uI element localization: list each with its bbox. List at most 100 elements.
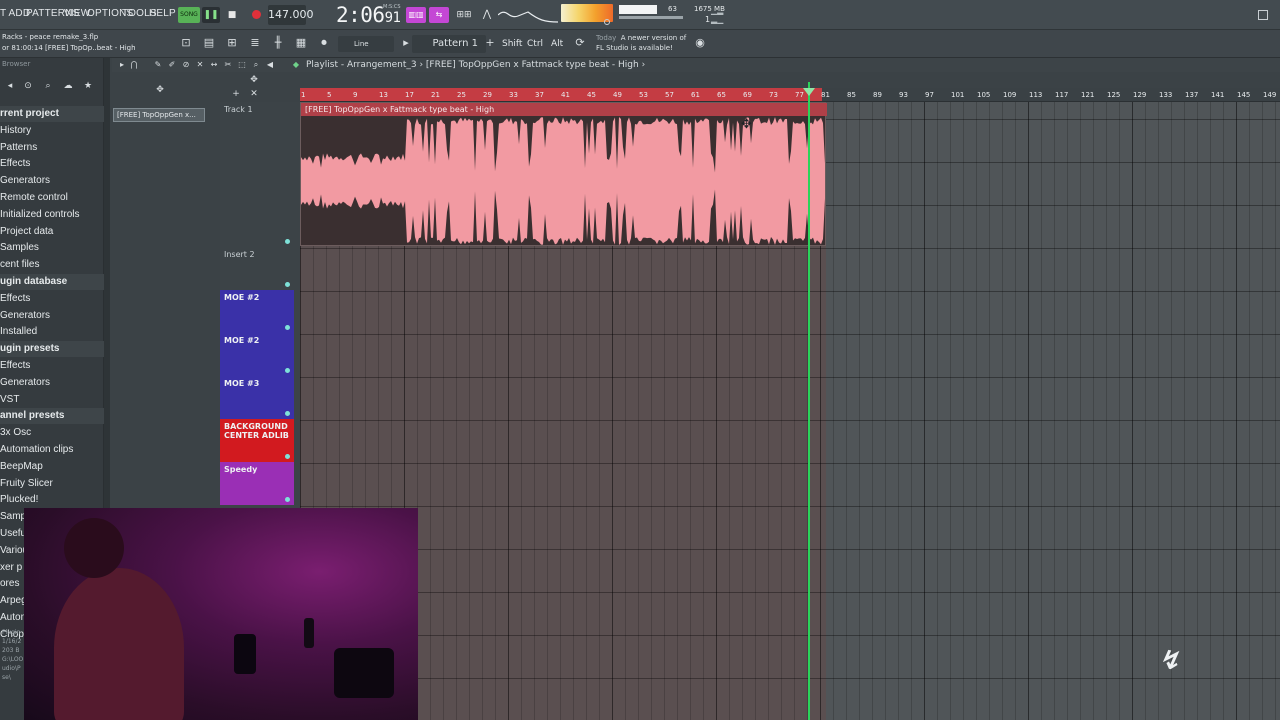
magnet-icon[interactable]: ⋂: [126, 57, 142, 73]
browser-item[interactable]: Project data: [0, 224, 104, 240]
online-news-icon[interactable]: ⟳: [572, 35, 588, 51]
browser-item[interactable]: VST: [0, 392, 104, 408]
ruler-tick-label: 61: [691, 91, 700, 99]
track-active-icon[interactable]: [285, 368, 290, 373]
audio-clip-title[interactable]: [FREE] TopOppGen x Fattmack type beat - …: [301, 103, 827, 116]
browser-search-icon[interactable]: ⌕: [40, 78, 56, 94]
ctrl-key-button[interactable]: Ctrl: [527, 36, 543, 52]
browser-section[interactable]: rrent project: [0, 106, 104, 122]
mixer-icon[interactable]: ╫: [270, 35, 286, 51]
track-active-icon[interactable]: [285, 282, 290, 287]
browser-star-icon[interactable]: ★: [80, 78, 96, 94]
browser-item[interactable]: Samples: [0, 240, 104, 256]
track-header-2[interactable]: Insert 2: [220, 247, 294, 290]
plugin-info-line: se\: [2, 674, 11, 681]
playlist-arrangement: Playlist - Arrangement_3: [306, 60, 417, 70]
track-header-3[interactable]: MOE #2: [220, 290, 294, 333]
browser-item[interactable]: Initialized controls: [0, 207, 104, 223]
step-sequencer-icon[interactable]: ▦: [293, 35, 309, 51]
track-header-7[interactable]: Speedy: [220, 462, 294, 505]
track-header-1[interactable]: Track 1: [220, 102, 294, 247]
browser-item[interactable]: Fruity Slicer: [0, 476, 104, 492]
news-panel[interactable]: Today A newer version of FL Studio is av…: [596, 33, 686, 53]
pattern-song-icon[interactable]: ▥▥: [406, 7, 426, 23]
browser-item[interactable]: Effects: [0, 291, 104, 307]
playlist-title: Playlist - Arrangement_3 › [FREE] TopOpp…: [306, 60, 646, 70]
playhead[interactable]: [808, 82, 810, 720]
browser-section[interactable]: ugin presets: [0, 341, 104, 358]
pause-button[interactable]: ❚❚: [202, 7, 220, 23]
browser-item[interactable]: Remote control: [0, 190, 104, 206]
track-active-icon[interactable]: [285, 454, 290, 459]
playback-icon[interactable]: ◀: [262, 57, 278, 73]
shift-key-button[interactable]: Shift: [502, 36, 522, 52]
menu-help[interactable]: HELP: [149, 8, 176, 19]
selected-clip-source[interactable]: [FREE] TopOppGen x...: [113, 108, 205, 122]
pattern-select[interactable]: Pattern 1: [412, 35, 486, 53]
globe-icon[interactable]: ◉: [692, 35, 708, 51]
browser-item[interactable]: History: [0, 123, 104, 139]
patterns-icon[interactable]: ⊡: [178, 35, 194, 51]
browser-item[interactable]: Plucked!: [0, 492, 104, 508]
browser-item[interactable]: Effects: [0, 358, 104, 374]
zoom-fit-icon[interactable]: ✥: [152, 82, 168, 98]
song-mode-button[interactable]: SONG: [178, 7, 200, 23]
alt-key-button[interactable]: Alt: [551, 36, 563, 52]
playlist-header: ▸ ⋂ ✎ ✐ ⊘ ✕ ↔ ✂ ⬚ ⌕ ◀ ◆: [112, 58, 1280, 72]
channel-rack-icon[interactable]: ≣: [247, 35, 263, 51]
record-button[interactable]: [248, 7, 264, 23]
add-track-icon[interactable]: +: [228, 86, 244, 102]
browser-section[interactable]: ugin database: [0, 274, 104, 290]
ruler-tick-label: 137: [1185, 91, 1199, 99]
browser-back-icon[interactable]: ◂: [2, 78, 18, 94]
track-header-4[interactable]: MOE #2: [220, 333, 294, 376]
piano-roll-icon[interactable]: ⊞: [224, 35, 240, 51]
track-active-icon[interactable]: [285, 239, 290, 244]
ruler-tick-label: 121: [1081, 91, 1095, 99]
browser-item[interactable]: Generators: [0, 308, 104, 324]
typing-keyboard-icon[interactable]: ⊞⊞: [454, 7, 474, 23]
plugin-info: Plugin 1/16/2 203 B G:\LOO udio\P se\: [2, 628, 23, 682]
browser-item[interactable]: Installed: [0, 324, 104, 340]
plugin-info-line: Plugin: [2, 629, 21, 636]
browser-item[interactable]: Automation clips: [0, 442, 104, 458]
track-active-icon[interactable]: [285, 325, 290, 330]
collapse-track-icon[interactable]: ✕: [246, 86, 262, 102]
window-restore-icon[interactable]: [1258, 10, 1268, 20]
speaker-object: [334, 648, 394, 698]
playlist-grid-outside[interactable]: [826, 102, 1280, 720]
browser-item[interactable]: 3x Osc: [0, 425, 104, 441]
browser-section[interactable]: annel presets: [0, 408, 104, 425]
ruler-tick-label: 53: [639, 91, 648, 99]
snap-select[interactable]: Line: [338, 36, 394, 52]
metronome-icon[interactable]: ⋀: [478, 7, 496, 23]
ruler-tick-label: 109: [1003, 91, 1017, 99]
tempo-display[interactable]: 147.000: [268, 5, 314, 25]
ruler-tick-label: 105: [977, 91, 991, 99]
playlist-arrow-icon[interactable]: ◆: [288, 57, 304, 73]
browser-item[interactable]: Patterns: [0, 140, 104, 156]
add-pattern-icon[interactable]: +: [482, 35, 498, 51]
browser-item[interactable]: BeepMap: [0, 459, 104, 475]
browser-item[interactable]: Generators: [0, 375, 104, 391]
ruler-tick-label: 1: [301, 91, 306, 99]
browser-item[interactable]: Generators: [0, 173, 104, 189]
step-edit-icon[interactable]: ⇆: [429, 7, 449, 23]
stop-button[interactable]: ■: [224, 7, 240, 23]
microphone-icon[interactable]: ⏺: [316, 35, 332, 51]
track-name: Insert 2: [224, 250, 255, 259]
browser-collapse-icon[interactable]: ⊙: [20, 78, 36, 94]
browser-cloud-icon[interactable]: ☁: [60, 78, 76, 94]
browser-item[interactable]: Effects: [0, 156, 104, 172]
ruler-tick-label: 89: [873, 91, 882, 99]
bottle-object: [304, 618, 314, 648]
track-active-icon[interactable]: [285, 411, 290, 416]
track-active-icon[interactable]: [285, 497, 290, 502]
playlist-icon[interactable]: ▤: [201, 35, 217, 51]
master-volume-bar[interactable]: [619, 5, 657, 14]
track-header-5[interactable]: MOE #3: [220, 376, 294, 419]
browser-item[interactable]: cent files: [0, 257, 104, 273]
track-header-6[interactable]: BACKGROUND CENTER ADLIB: [220, 419, 294, 462]
master-pitch-knob-icon[interactable]: [604, 19, 610, 25]
playhead-marker-icon[interactable]: [803, 88, 815, 96]
